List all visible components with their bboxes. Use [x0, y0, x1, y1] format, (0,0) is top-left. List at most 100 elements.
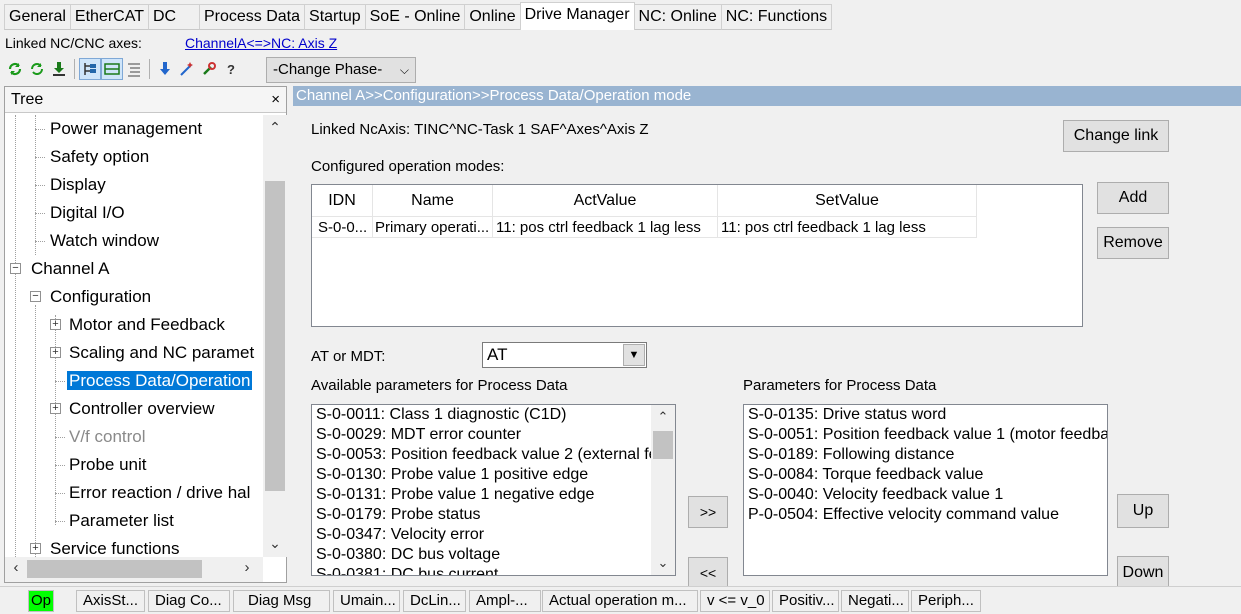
- help-icon[interactable]: ?: [220, 58, 242, 80]
- list-item[interactable]: S-0-0381: DC bus current: [312, 565, 675, 575]
- status-umain[interactable]: Umain...: [333, 590, 400, 612]
- list-item[interactable]: S-0-0347: Velocity error: [312, 525, 675, 545]
- tree-item-scaling-nc-parameters[interactable]: Scaling and NC paramet: [69, 341, 254, 365]
- tab-nc-functions[interactable]: NC: Functions: [720, 4, 833, 30]
- wizard-icon[interactable]: [176, 58, 198, 80]
- tree-item-process-data-operation[interactable]: Process Data/Operation: [67, 369, 253, 393]
- status-negative[interactable]: Negati...: [841, 590, 909, 612]
- list-scrollbar[interactable]: ⌃ ⌄: [651, 405, 675, 575]
- status-positive[interactable]: Positiv...: [772, 590, 839, 612]
- tree-item-service-functions[interactable]: Service functions: [50, 537, 179, 557]
- list-item[interactable]: S-0-0029: MDT error counter: [312, 425, 675, 445]
- add-button[interactable]: Add: [1097, 182, 1169, 214]
- status-dclink[interactable]: DcLin...: [403, 590, 466, 612]
- change-link-button[interactable]: Change link: [1063, 120, 1169, 152]
- scrollbar-thumb[interactable]: [27, 560, 202, 578]
- tree-item-watch-window[interactable]: Watch window: [50, 229, 159, 253]
- scroll-right-icon[interactable]: ›: [237, 559, 257, 576]
- expand-icon[interactable]: +: [50, 403, 61, 414]
- list-item[interactable]: S-0-0380: DC bus voltage: [312, 545, 675, 565]
- list-item[interactable]: S-0-0053: Position feedback value 2 (ext…: [312, 445, 675, 465]
- tree-item-power-management[interactable]: Power management: [50, 117, 202, 141]
- remove-button[interactable]: Remove: [1097, 227, 1169, 259]
- list-item[interactable]: S-0-0011: Class 1 diagnostic (C1D): [312, 405, 675, 425]
- tab-soe-online[interactable]: SoE - Online: [364, 4, 466, 30]
- list-item[interactable]: S-0-0051: Position feedback value 1 (mot…: [744, 425, 1107, 445]
- list-item[interactable]: S-0-0135: Drive status word: [744, 405, 1107, 425]
- tab-ethercat[interactable]: EtherCAT: [69, 4, 149, 30]
- list-item[interactable]: S-0-0040: Velocity feedback value 1: [744, 485, 1107, 505]
- table-cell[interactable]: 11: pos ctrl feedback 1 lag less: [493, 217, 718, 238]
- collapse-icon[interactable]: −: [30, 291, 41, 302]
- tab-nc-online[interactable]: NC: Online: [633, 4, 722, 30]
- tree-item-controller-overview[interactable]: Controller overview: [69, 397, 215, 421]
- tree-item-parameter-list[interactable]: Parameter list: [69, 509, 174, 533]
- tab-startup[interactable]: Startup: [304, 4, 366, 30]
- tree-item-safety-option[interactable]: Safety option: [50, 145, 149, 169]
- reload-icon[interactable]: [26, 58, 48, 80]
- status-velocity-zero[interactable]: v <= v_0: [700, 590, 770, 612]
- tab-general[interactable]: General: [4, 4, 71, 30]
- tab-drive-manager[interactable]: Drive Manager: [519, 2, 635, 30]
- tree-horizontal-scrollbar[interactable]: ‹ ›: [5, 557, 263, 582]
- move-right-button[interactable]: >>: [688, 496, 728, 528]
- linked-axes-link[interactable]: ChannelA<=>NC: Axis Z: [185, 35, 337, 51]
- list-item[interactable]: S-0-0189: Following distance: [744, 445, 1107, 465]
- down-button[interactable]: Down: [1117, 556, 1169, 590]
- column-header-setvalue[interactable]: SetValue: [718, 185, 977, 217]
- expand-icon[interactable]: +: [50, 347, 61, 358]
- expand-icon[interactable]: +: [50, 319, 61, 330]
- status-periphery[interactable]: Periph...: [911, 590, 981, 612]
- column-header-actvalue[interactable]: ActValue: [493, 185, 718, 217]
- list-item[interactable]: S-0-0131: Probe value 1 negative edge: [312, 485, 675, 505]
- tree-item-error-reaction[interactable]: Error reaction / drive hal: [69, 481, 250, 505]
- scrollbar-thumb[interactable]: [653, 431, 673, 459]
- column-header-name[interactable]: Name: [373, 185, 493, 217]
- tree-item-vf-control[interactable]: V/f control: [69, 425, 146, 449]
- table-cell[interactable]: Primary operati...: [373, 217, 493, 238]
- move-left-button[interactable]: <<: [688, 557, 728, 589]
- list-item[interactable]: S-0-0130: Probe value 1 positive edge: [312, 465, 675, 485]
- tree-view-icon[interactable]: [79, 58, 101, 80]
- at-mdt-select[interactable]: AT ▼: [482, 342, 647, 368]
- available-params-list[interactable]: S-0-0011: Class 1 diagnostic (C1D) S-0-0…: [311, 404, 676, 576]
- up-button[interactable]: Up: [1117, 494, 1169, 528]
- tab-dc[interactable]: DC: [147, 4, 200, 30]
- list-view-icon[interactable]: [123, 58, 145, 80]
- tab-process-data[interactable]: Process Data: [198, 4, 306, 30]
- split-view-icon[interactable]: [101, 58, 123, 80]
- tree-item-motor-and-feedback[interactable]: Motor and Feedback: [69, 313, 225, 337]
- expand-icon[interactable]: +: [30, 543, 41, 554]
- tab-online[interactable]: Online: [464, 4, 521, 30]
- column-header-idn[interactable]: IDN: [312, 185, 373, 217]
- scroll-down-icon[interactable]: ⌄: [263, 535, 287, 555]
- scrollbar-thumb[interactable]: [265, 181, 285, 491]
- process-data-params-list[interactable]: S-0-0135: Drive status word S-0-0051: Po…: [743, 404, 1108, 576]
- scroll-down-icon[interactable]: ⌄: [651, 555, 675, 571]
- status-actual-operation-mode[interactable]: Actual operation m...: [542, 590, 698, 612]
- tree-item-digital-io[interactable]: Digital I/O: [50, 201, 125, 225]
- status-ampl[interactable]: Ampl-...: [469, 590, 541, 612]
- status-op[interactable]: Op: [28, 590, 54, 612]
- table-cell[interactable]: 11: pos ctrl feedback 1 lag less: [718, 217, 977, 238]
- refresh-icon[interactable]: [4, 58, 26, 80]
- scroll-up-icon[interactable]: ⌃: [263, 119, 287, 139]
- scroll-left-icon[interactable]: ‹: [6, 559, 26, 576]
- change-phase-dropdown[interactable]: -Change Phase- ⌵: [266, 57, 416, 83]
- dropdown-arrow-icon[interactable]: ▼: [623, 344, 645, 366]
- import-icon[interactable]: [154, 58, 176, 80]
- close-icon[interactable]: ×: [271, 87, 280, 113]
- scroll-up-icon[interactable]: ⌃: [651, 409, 675, 425]
- download-icon[interactable]: [48, 58, 70, 80]
- tree-vertical-scrollbar[interactable]: ⌃ ⌄: [263, 115, 287, 557]
- collapse-icon[interactable]: −: [10, 263, 21, 274]
- tree-item-probe-unit[interactable]: Probe unit: [69, 453, 147, 477]
- list-item[interactable]: S-0-0179: Probe status: [312, 505, 675, 525]
- tools-icon[interactable]: [198, 58, 220, 80]
- list-item[interactable]: P-0-0504: Effective velocity command val…: [744, 505, 1107, 525]
- list-item[interactable]: S-0-0084: Torque feedback value: [744, 465, 1107, 485]
- tree-item-channel-a[interactable]: Channel A: [31, 257, 109, 281]
- status-axis-state[interactable]: AxisSt...: [76, 590, 145, 612]
- status-diag-msg[interactable]: Diag Msg: [233, 590, 330, 612]
- status-diag-code[interactable]: Diag Co...: [148, 590, 230, 612]
